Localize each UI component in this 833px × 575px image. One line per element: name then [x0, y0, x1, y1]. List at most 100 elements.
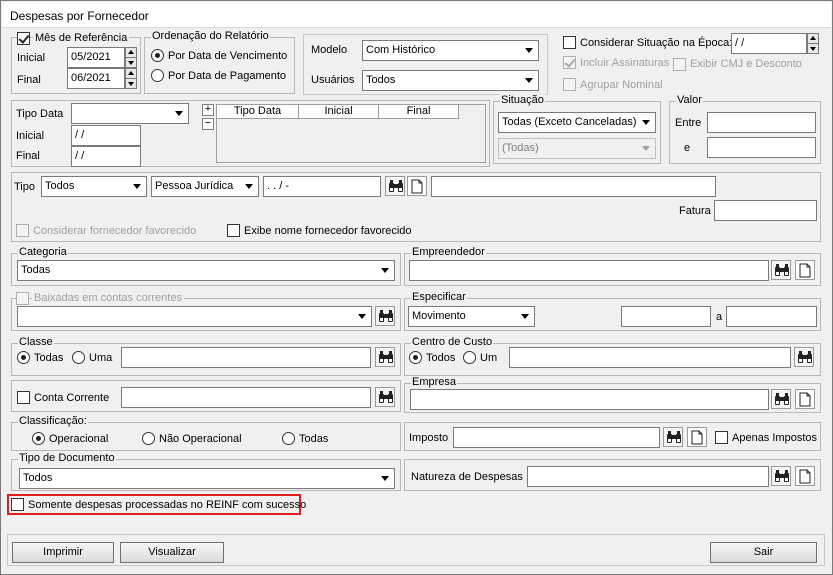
tipo-label: Tipo: [14, 181, 35, 193]
natureza-label: Natureza de Despesas: [411, 471, 523, 483]
usuarios-select[interactable]: Todos: [362, 70, 539, 91]
mes-inicial-spinner[interactable]: [125, 47, 137, 68]
radio-centro-um[interactable]: [463, 351, 476, 364]
cnpj-input[interactable]: . . / -: [263, 176, 381, 197]
especificar-select[interactable]: Movimento: [408, 306, 535, 327]
mes-final-input[interactable]: 06/2021: [67, 68, 125, 89]
chevron-down-icon: [521, 72, 537, 89]
remove-tipo-data-button[interactable]: −: [202, 118, 214, 130]
agrupar-nominal-checkbox[interactable]: [563, 78, 576, 91]
search-fornecedor-button[interactable]: [385, 176, 405, 196]
fatura-input[interactable]: [714, 200, 817, 221]
modelo-value: Com Histórico: [366, 44, 436, 56]
new-document-button[interactable]: [407, 176, 427, 196]
especificar-ate-input[interactable]: [726, 306, 817, 327]
imposto-input[interactable]: [453, 427, 660, 448]
new-imposto-button[interactable]: [687, 427, 707, 447]
categoria-title: Categoria: [18, 246, 68, 259]
tipo-data-final-input[interactable]: / /: [71, 146, 141, 167]
centro-custo-input[interactable]: [509, 347, 791, 368]
natureza-input[interactable]: [527, 466, 769, 487]
tipo-select[interactable]: Todos: [41, 176, 147, 197]
radio-nao-operacional[interactable]: [142, 432, 155, 445]
radio-centro-todos[interactable]: [409, 351, 422, 364]
radio-data-vencimento[interactable]: [151, 49, 164, 62]
conta-corrente-label: Conta Corrente: [34, 392, 110, 404]
conta-corrente-input[interactable]: [121, 387, 371, 408]
apenas-impostos-checkbox[interactable]: [715, 431, 728, 444]
fornecedor-nome-input[interactable]: [431, 176, 716, 197]
binoculars-icon: [798, 351, 812, 363]
modelo-select[interactable]: Com Histórico: [362, 40, 539, 61]
mes-referencia-checkbox[interactable]: [17, 32, 30, 45]
column-header-tipo-data[interactable]: Tipo Data: [217, 105, 299, 119]
search-classe-button[interactable]: [375, 347, 395, 367]
considerar-favorecido-checkbox[interactable]: [16, 224, 29, 237]
especificar-a-label: a: [716, 311, 723, 323]
tipo-data-select[interactable]: [71, 103, 189, 124]
column-header-inicial[interactable]: Inicial: [299, 105, 379, 119]
document-icon: [799, 263, 811, 278]
situacao-secondary-select[interactable]: (Todas): [498, 138, 656, 159]
tipo-documento-value: Todos: [23, 472, 53, 484]
tipo-documento-title: Tipo de Documento: [18, 452, 116, 465]
search-empresa-button[interactable]: [771, 389, 791, 409]
radio-classe-uma[interactable]: [72, 351, 85, 364]
search-conta-corrente-button[interactable]: [375, 387, 395, 407]
radio-classe-todas[interactable]: [17, 351, 30, 364]
mes-referencia-label: Mês de Referência: [33, 32, 130, 45]
new-natureza-button[interactable]: [795, 466, 815, 486]
imprimir-button[interactable]: Imprimir: [12, 542, 114, 563]
empreendedor-input[interactable]: [409, 260, 769, 281]
baixadas-label: Baixadas em contas correntes: [32, 292, 184, 305]
empresa-input[interactable]: [410, 389, 769, 410]
especificar-title: Especificar: [411, 291, 467, 304]
chevron-down-icon: [521, 42, 537, 59]
classe-title: Classe: [18, 336, 54, 349]
ordenacao-group: Ordenação do Relatório: [144, 30, 295, 94]
mes-final-spinner[interactable]: [125, 68, 137, 89]
radio-classificacao-todas[interactable]: [282, 432, 295, 445]
conta-corrente-checkbox[interactable]: [17, 391, 30, 404]
categoria-select[interactable]: Todas: [17, 260, 395, 281]
tipo-data-inicial-input[interactable]: / /: [71, 125, 141, 146]
column-header-final[interactable]: Final: [379, 105, 459, 119]
search-natureza-button[interactable]: [771, 466, 791, 486]
categoria-value: Todas: [21, 264, 51, 276]
considerar-situacao-checkbox[interactable]: [563, 36, 576, 49]
mes-inicial-input[interactable]: 05/2021: [67, 47, 125, 68]
pessoa-select[interactable]: Pessoa Jurídica: [151, 176, 259, 197]
add-tipo-data-button[interactable]: +: [202, 104, 214, 116]
baixadas-checkbox[interactable]: [16, 292, 29, 305]
document-icon: [411, 179, 423, 194]
tipo-data-table[interactable]: Tipo Data Inicial Final: [216, 104, 486, 163]
incluir-assinaturas-checkbox[interactable]: [563, 56, 576, 69]
radio-operacional[interactable]: [32, 432, 45, 445]
exibe-nome-favorecido-checkbox[interactable]: [227, 224, 240, 237]
valor-e-input[interactable]: [707, 137, 816, 158]
epoca-date-input[interactable]: / /: [731, 33, 807, 54]
search-imposto-button[interactable]: [663, 427, 683, 447]
baixadas-select[interactable]: [17, 306, 372, 327]
search-conta-button[interactable]: [375, 306, 395, 326]
visualizar-button[interactable]: Visualizar: [120, 542, 224, 563]
epoca-date-spinner[interactable]: [807, 33, 819, 54]
search-centro-custo-button[interactable]: [794, 347, 814, 367]
radio-data-pagamento[interactable]: [151, 69, 164, 82]
new-empreendedor-button[interactable]: [795, 260, 815, 280]
somente-reinf-checkbox[interactable]: [11, 498, 24, 511]
classe-todas-label: Todas: [34, 352, 64, 364]
apenas-impostos-label: Apenas Impostos: [732, 432, 817, 444]
especificar-de-input[interactable]: [621, 306, 711, 327]
exibir-cmj-checkbox[interactable]: [673, 58, 686, 71]
situacao-select[interactable]: Todas (Exceto Canceladas): [498, 112, 656, 133]
valor-title: Valor: [676, 94, 703, 107]
classificacao-title: Classificação:: [18, 415, 88, 428]
classe-input[interactable]: [121, 347, 371, 368]
sair-button[interactable]: Sair: [710, 542, 817, 563]
tipo-documento-select[interactable]: Todos: [19, 468, 395, 489]
new-empresa-button[interactable]: [795, 389, 815, 409]
situacao-value: Todas (Exceto Canceladas): [502, 116, 637, 128]
search-empreendedor-button[interactable]: [771, 260, 791, 280]
valor-entre-input[interactable]: [707, 112, 816, 133]
